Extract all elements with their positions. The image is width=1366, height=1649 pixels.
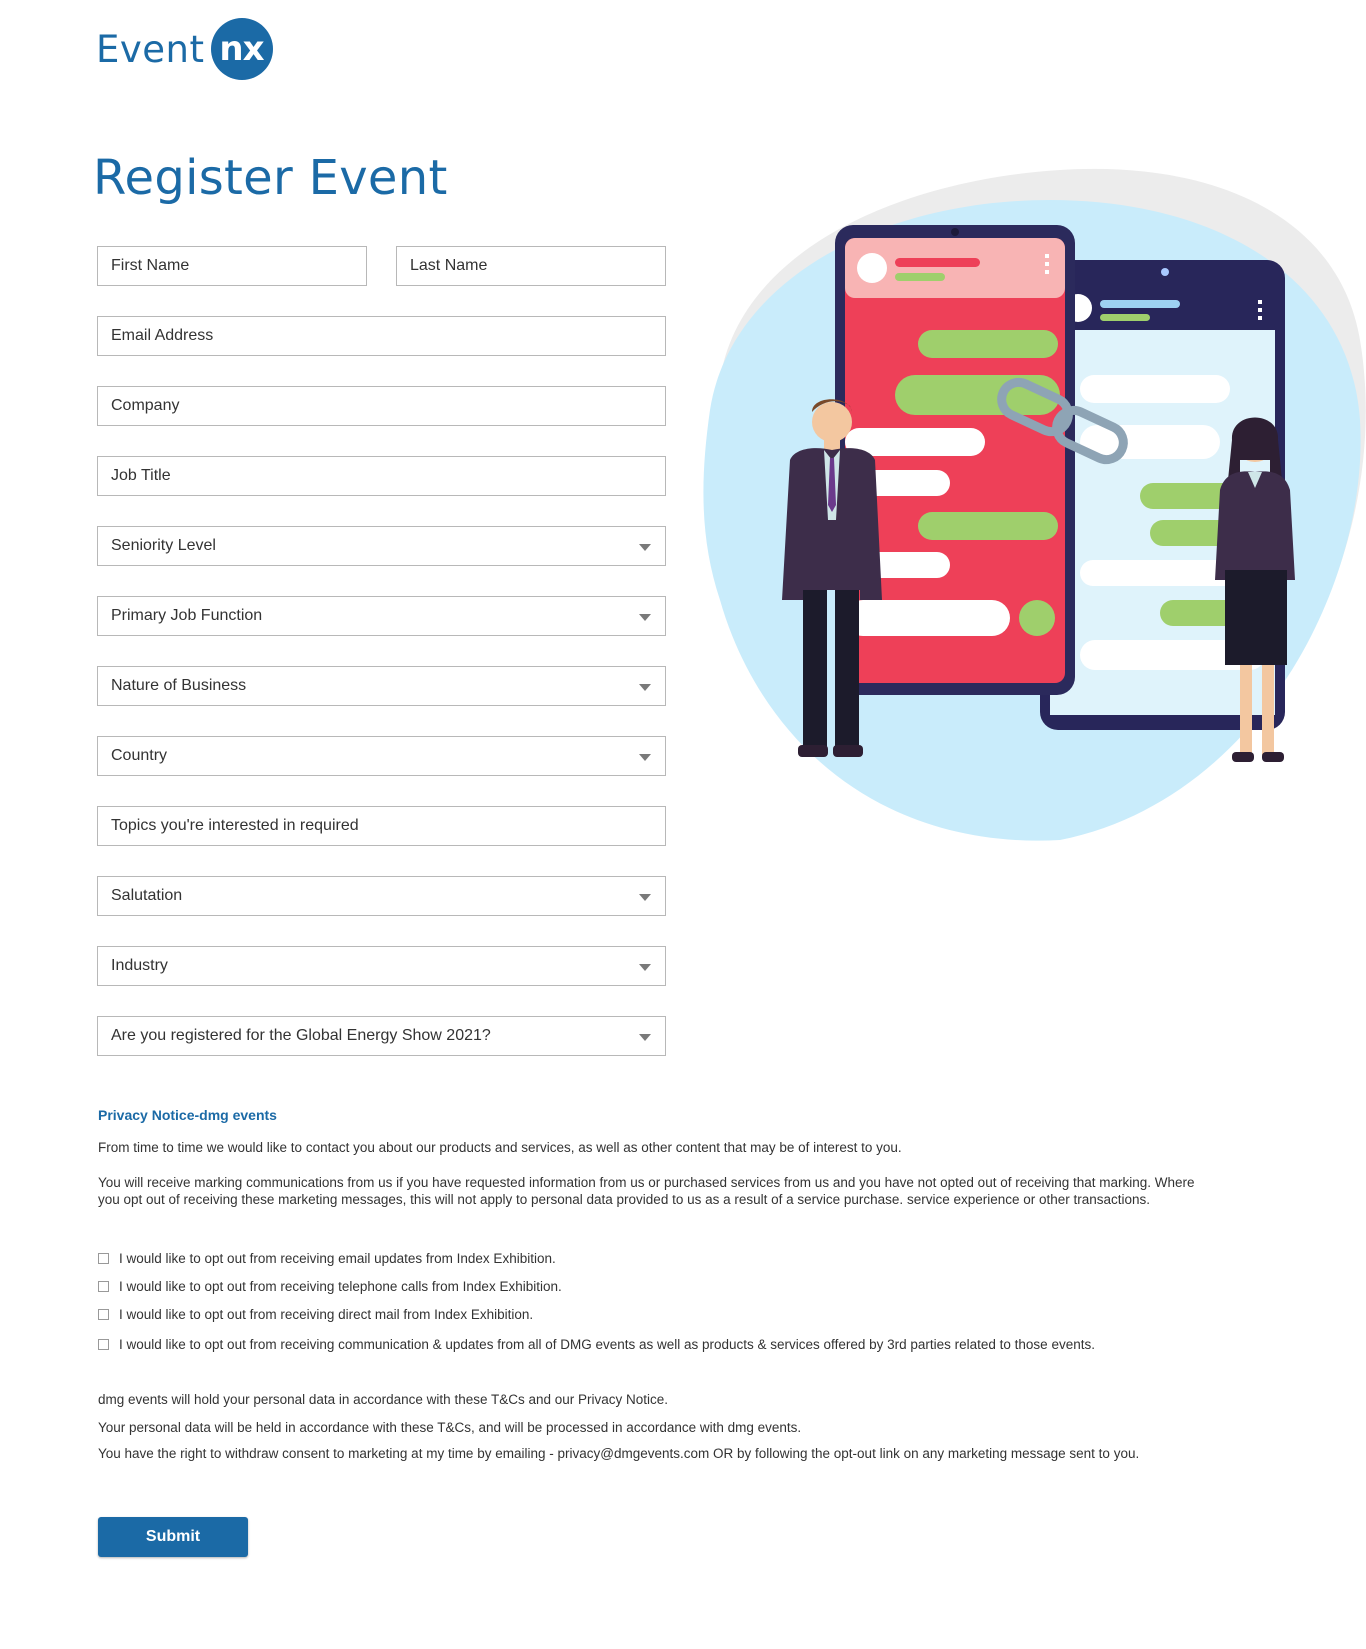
privacy-hold-data: dmg events will hold your personal data … [98,1392,669,1407]
country-select[interactable]: Country [97,736,666,776]
job-function-select-label: Primary Job Function [111,607,263,624]
job-title-field[interactable] [97,456,666,496]
chevron-down-icon [639,1034,651,1041]
nature-of-business-select[interactable]: Nature of Business [97,666,666,706]
optout-telephone-label: I would like to opt out from receiving t… [119,1279,562,1294]
topics-input[interactable] [111,807,665,845]
optout-telephone[interactable]: I would like to opt out from receiving t… [98,1279,562,1294]
optout-telephone-checkbox[interactable] [98,1281,109,1292]
seniority-select[interactable]: Seniority Level [97,526,666,566]
optout-mail-label: I would like to opt out from receiving d… [119,1307,534,1322]
registered-select[interactable]: Are you registered for the Global Energy… [97,1016,666,1056]
job-function-select[interactable]: Primary Job Function [97,596,666,636]
optout-all-dmg-checkbox[interactable] [98,1339,109,1350]
optout-email[interactable]: I would like to opt out from receiving e… [98,1251,556,1266]
logo-text: Event [96,27,205,71]
chevron-down-icon [639,754,651,761]
last-name-input[interactable] [410,247,665,285]
first-name-input[interactable] [111,247,366,285]
brand-logo: Event nx [96,18,273,80]
submit-button[interactable]: Submit [98,1517,248,1557]
chevron-down-icon [639,614,651,621]
optout-mail-checkbox[interactable] [98,1309,109,1320]
optout-all-dmg[interactable]: I would like to opt out from receiving c… [98,1337,1095,1352]
country-select-label: Country [111,747,168,764]
seniority-select-label: Seniority Level [111,537,216,554]
privacy-processed: Your personal data will be held in accor… [98,1420,802,1435]
logo-badge: nx [210,18,273,80]
privacy-title: Privacy Notice-dmg events [98,1107,277,1123]
registered-select-label: Are you registered for the Global Energy… [111,1027,491,1044]
last-name-field[interactable] [396,246,666,286]
salutation-select-label: Salutation [111,887,183,904]
company-field[interactable] [97,386,666,426]
chevron-down-icon [639,964,651,971]
optout-email-checkbox[interactable] [98,1253,109,1264]
job-title-input[interactable] [111,457,665,495]
privacy-withdraw: You have the right to withdraw consent t… [98,1446,1140,1461]
industry-select-label: Industry [111,957,168,974]
page-title: Register Event [93,150,448,206]
first-name-field[interactable] [97,246,367,286]
chevron-down-icon [639,544,651,551]
privacy-intro: From time to time we would like to conta… [98,1140,902,1155]
salutation-select[interactable]: Salutation [97,876,666,916]
topics-field[interactable] [97,806,666,846]
optout-mail[interactable]: I would like to opt out from receiving d… [98,1307,533,1322]
optout-email-label: I would like to opt out from receiving e… [119,1251,556,1266]
chevron-down-icon [639,684,651,691]
privacy-marketing: You will receive marking communications … [98,1175,1195,1207]
chat-illustration [703,168,1366,841]
optout-all-dmg-label: I would like to opt out from receiving c… [119,1337,1095,1352]
email-input[interactable] [111,317,665,355]
chevron-down-icon [639,894,651,901]
email-field[interactable] [97,316,666,356]
nature-of-business-select-label: Nature of Business [111,677,247,694]
company-input[interactable] [111,387,665,425]
industry-select[interactable]: Industry [97,946,666,986]
